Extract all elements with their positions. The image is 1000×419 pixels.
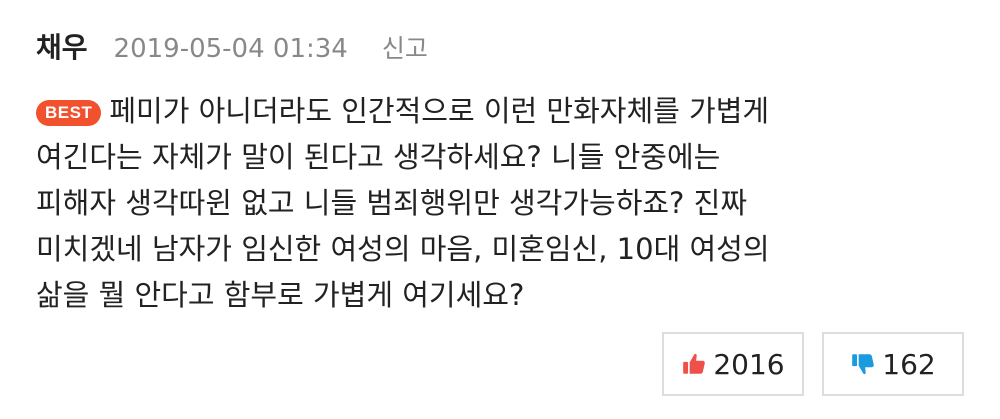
comment-timestamp: 2019-05-04 01:34 <box>113 34 348 64</box>
comment-line: 여긴다는 자체가 말이 된다고 생각하세요? 니들 안중에는 <box>36 140 721 174</box>
best-badge: BEST <box>36 100 102 126</box>
thumbs-down-icon <box>850 351 876 377</box>
dislike-count: 162 <box>882 347 936 381</box>
like-count: 2016 <box>713 347 785 381</box>
comment-line: 미치겠네 남자가 임신한 여성의 마음, 미혼임신, 10대 여성의 <box>36 232 770 266</box>
thumbs-up-icon <box>681 351 707 377</box>
like-button[interactable]: 2016 <box>662 332 804 396</box>
comment-item: 채우 2019-05-04 01:34 신고 BEST 페미가 아니더라도 인간적… <box>36 26 976 318</box>
vote-buttons: 2016 162 <box>662 332 964 396</box>
dislike-button[interactable]: 162 <box>822 332 964 396</box>
comment-author[interactable]: 채우 <box>36 26 88 66</box>
comment-meta: 채우 2019-05-04 01:34 신고 <box>36 26 976 72</box>
comment-line: 삶을 뭘 안다고 함부로 가볍게 여기세요? <box>36 278 525 312</box>
comment-line: 페미가 아니더라도 인간적으로 이런 만화자체를 가볍게 <box>109 94 770 128</box>
report-button[interactable]: 신고 <box>382 29 428 65</box>
comment-body: BEST 페미가 아니더라도 인간적으로 이런 만화자체를 가볍게 여긴다는 자체… <box>36 88 936 318</box>
comment-line: 피해자 생각따윈 없고 니들 범죄행위만 생각가능하죠? 진짜 <box>36 186 748 220</box>
